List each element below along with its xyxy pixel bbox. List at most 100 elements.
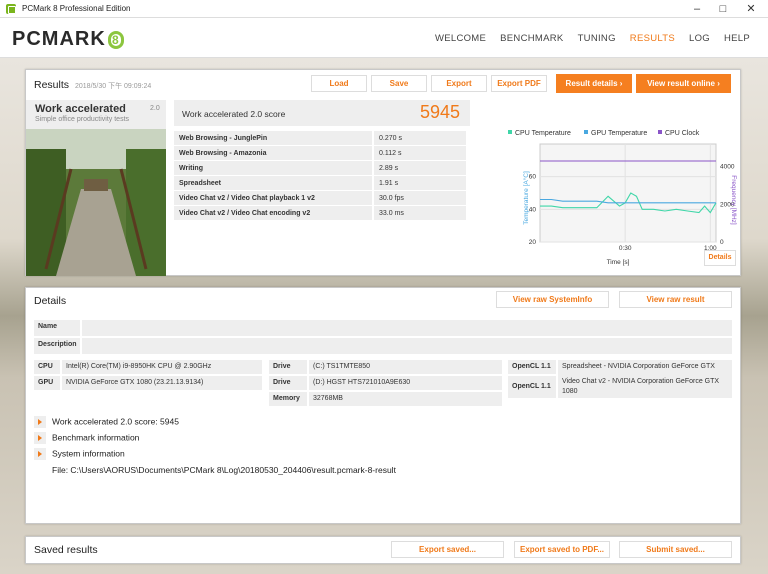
result-file-path: File: C:\Users\AORUS\Documents\PCMark 8\… [52, 465, 396, 475]
minimize-icon[interactable]: – [686, 0, 708, 18]
legend-gpu-temp: GPU Temperature [591, 130, 647, 137]
legend-cpu-clock: CPU Clock [665, 130, 700, 137]
legend-cpu-temp: CPU Temperature [515, 130, 571, 137]
submit-saved-button[interactable]: Submit saved... [619, 541, 732, 558]
table-row: Video Chat v2 / Video Chat encoding v2 33… [174, 206, 470, 221]
nav-help[interactable]: HELP [724, 33, 750, 44]
expander-system-info[interactable]: System information [34, 448, 125, 460]
export-saved-pdf-button[interactable]: Export saved to PDF... [514, 541, 610, 558]
test-name: Work accelerated [35, 103, 126, 115]
main-nav: WELCOME BENCHMARK TUNING RESULTS LOG HEL… [435, 33, 750, 44]
row-value: 30.0 fps [374, 191, 466, 205]
memory-value: 32768MB [309, 392, 502, 406]
monitoring-chart: CPU Temperature GPU Temperature CPU Cloc… [478, 100, 740, 276]
expand-arrow-icon [34, 416, 46, 428]
score-value: 5945 [419, 102, 460, 122]
view-online-button[interactable]: View result online › [636, 74, 731, 93]
row-label: Spreadsheet [174, 176, 372, 190]
row-label: Web Browsing - Amazonia [174, 146, 372, 160]
x-axis-label: Time [s] [607, 259, 630, 266]
expand-arrow-icon [34, 448, 46, 460]
maximize-icon[interactable]: □ [712, 0, 734, 18]
row-label: Web Browsing - JunglePin [174, 131, 372, 145]
y-axis-left-label: Temperature [A°C] [522, 171, 530, 225]
name-label: Name [34, 320, 80, 336]
table-row: Web Browsing - JunglePin 0.270 s [174, 131, 470, 146]
saved-results-title: Saved results [34, 544, 98, 556]
cpu-value: Intel(R) Core(TM) i9-8950HK CPU @ 2.90GH… [62, 360, 262, 374]
expand-arrow-icon [34, 432, 46, 444]
y-right-tick-label: 0 [720, 239, 724, 246]
test-image [26, 129, 166, 276]
plot-area [539, 143, 717, 243]
details-title: Details [34, 295, 67, 307]
view-systeminfo-button[interactable]: View raw SystemInfo [496, 291, 609, 308]
gpu-label: GPU [34, 376, 60, 390]
table-row: Web Browsing - Amazonia 0.112 s [174, 146, 470, 161]
nav-benchmark[interactable]: BENCHMARK [500, 33, 563, 44]
name-field [82, 320, 732, 336]
cpu-label: CPU [34, 360, 60, 374]
nav-tuning[interactable]: TUNING [578, 33, 616, 44]
logo-number: 8 [107, 30, 124, 49]
close-icon[interactable]: ✕ [740, 0, 762, 18]
details-panel: Details View raw SystemInfo View raw res… [25, 287, 741, 524]
results-timestamp: 2018/5/30 下午 09:09:24 [75, 83, 152, 90]
score-label: Work accelerated 2.0 score [182, 109, 286, 119]
opencl-value-2: Video Chat v2 - NVIDIA Corporation GeFor… [558, 376, 732, 398]
view-online-label: View result online [647, 79, 715, 88]
expander-benchmark-label: Benchmark information [52, 432, 140, 443]
expander-benchmark-info[interactable]: Benchmark information [34, 432, 139, 444]
details-button[interactable]: Details [704, 250, 736, 266]
export-saved-button[interactable]: Export saved... [391, 541, 504, 558]
expander-score[interactable]: Work accelerated 2.0 score: 5945 [34, 416, 179, 428]
expander-score-label: Work accelerated 2.0 score: 5945 [52, 416, 179, 427]
memory-label: Memory [269, 392, 307, 406]
export-button[interactable]: Export [431, 75, 487, 92]
row-label: Writing [174, 161, 372, 175]
y-right-tick-label: 4000 [720, 164, 735, 171]
row-value: 2.89 s [374, 161, 466, 175]
window-titlebar: PCMark 8 Professional Edition – □ ✕ [0, 0, 768, 18]
logo-text: PCMARK [12, 28, 106, 50]
test-subtitle: Simple office productivity tests [35, 116, 130, 123]
nav-welcome[interactable]: WELCOME [435, 33, 486, 44]
drive-value-1: (C:) TS1TMTE850 [309, 360, 502, 374]
top-navbar: PCMARK 8 WELCOME BENCHMARK TUNING RESULTS… [0, 18, 768, 58]
drive-label-1: Drive [269, 360, 307, 374]
export-pdf-button[interactable]: Export PDF [491, 75, 547, 92]
description-field [82, 338, 732, 354]
row-value: 1.91 s [374, 176, 466, 190]
test-card: Work accelerated 2.0 Simple office produ… [26, 100, 166, 276]
row-label: Video Chat v2 / Video Chat playback 1 v2 [174, 191, 372, 205]
opencl-label-1: OpenCL 1.1 [508, 360, 556, 374]
opencl-label-2: OpenCL 1.1 [508, 376, 556, 398]
drive-label-2: Drive [269, 376, 307, 390]
expander-system-label: System information [52, 448, 125, 459]
result-details-button[interactable]: Result details › [556, 74, 632, 93]
app-icon [6, 3, 16, 14]
row-value: 0.112 s [374, 146, 466, 160]
chart-svg: CPU Temperature GPU Temperature CPU Cloc… [508, 130, 737, 266]
window-title: PCMark 8 Professional Edition [22, 4, 131, 13]
x-tick-label: 0:30 [619, 245, 632, 252]
row-value: 0.270 s [374, 131, 466, 145]
nav-log[interactable]: LOG [689, 33, 710, 44]
result-details-label: Result details [565, 79, 618, 88]
nav-results[interactable]: RESULTS [630, 33, 675, 44]
saved-results-panel: Saved results Export saved... Export sav… [25, 536, 741, 564]
view-raw-result-button[interactable]: View raw result [619, 291, 732, 308]
test-version: 2.0 [150, 105, 160, 112]
gpu-value: NVIDIA GeForce GTX 1080 (23.21.13.9134) [62, 376, 262, 390]
table-row: Spreadsheet 1.91 s [174, 176, 470, 191]
y-left-tick-label: 20 [529, 239, 537, 246]
results-title: Results [34, 79, 70, 91]
load-button[interactable]: Load [311, 75, 367, 92]
drive-value-2: (D:) HGST HTS721010A9E630 [309, 376, 502, 390]
results-panel: Results 2018/5/30 下午 09:09:24 Load Save … [25, 69, 741, 276]
row-label: Video Chat v2 / Video Chat encoding v2 [174, 206, 372, 220]
save-button[interactable]: Save [371, 75, 427, 92]
row-value: 33.0 ms [374, 206, 466, 220]
table-row: Video Chat v2 / Video Chat playback 1 v2… [174, 191, 470, 206]
score-box: Work accelerated 2.0 score 5945 [174, 100, 470, 126]
